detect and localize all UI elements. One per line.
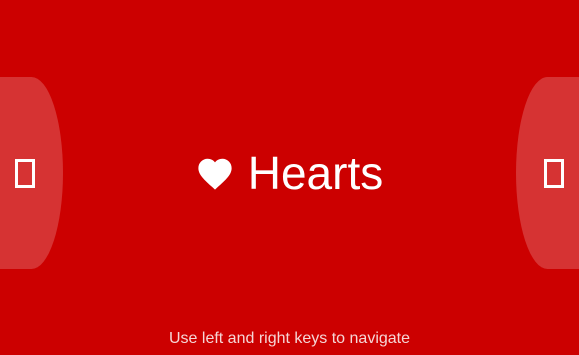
- heart-icon: [196, 153, 234, 193]
- suit-carousel: Hearts Use left and right keys to naviga…: [0, 0, 579, 355]
- navigation-hint: Use left and right keys to navigate: [168, 330, 411, 347]
- suit-name: Hearts: [247, 147, 384, 199]
- next-button[interactable]: [516, 77, 579, 269]
- next-glyph-icon: [543, 158, 564, 188]
- suit-title: Hearts: [0, 143, 579, 203]
